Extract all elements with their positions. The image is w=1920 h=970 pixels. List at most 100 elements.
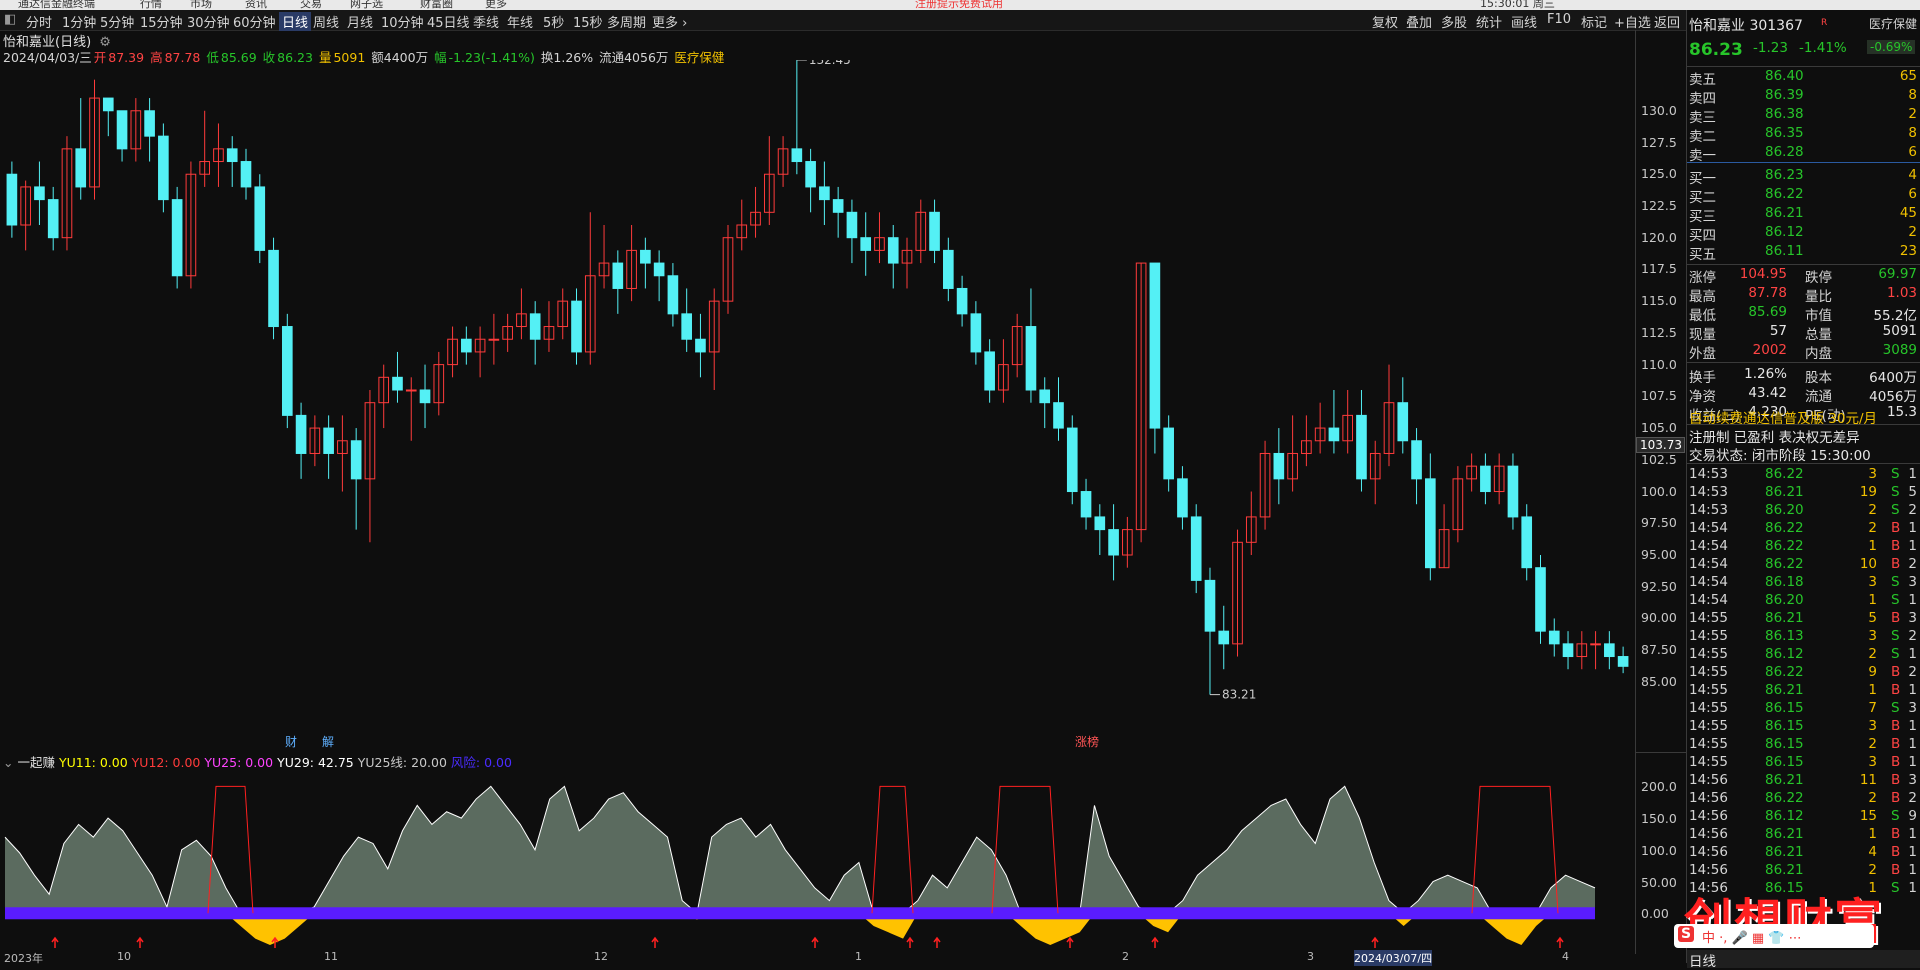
period-tab-active[interactable]: 日线 — [279, 12, 312, 31]
period-tab[interactable]: 30分钟 — [187, 12, 230, 31]
candle-body — [1328, 427, 1340, 442]
tick-row[interactable]: 14:56 86.21 2 B 1 — [1687, 862, 1920, 880]
tick-row[interactable]: 14:54 86.22 10 B 2 — [1687, 556, 1920, 574]
tick-row[interactable]: 14:56 86.21 4 B 1 — [1687, 844, 1920, 862]
tick-row[interactable]: 14:56 86.21 1 B 1 — [1687, 826, 1920, 844]
toolbar-button[interactable]: 画线 — [1511, 12, 1537, 31]
period-tab[interactable]: 45日线 — [427, 12, 470, 31]
ask-row[interactable]: 卖四 86.39 8 — [1687, 87, 1920, 107]
tick-row[interactable]: 14:54 86.22 2 B 1 — [1687, 520, 1920, 538]
tick-row[interactable]: 14:53 86.22 3 S 1 — [1687, 466, 1920, 484]
candlestick-chart[interactable]: 132.45 83.21 财 解 涨榜 — [0, 60, 1635, 750]
tick-price: 86.18 — [1765, 574, 1804, 590]
tick-volume: 1 — [1868, 682, 1877, 698]
bid-row[interactable]: 买三 86.21 45 — [1687, 205, 1920, 225]
tick-row[interactable]: 14:56 86.21 11 B 3 — [1687, 772, 1920, 790]
period-tab[interactable]: 5分钟 — [100, 12, 134, 31]
menu-item[interactable]: 行情 — [140, 0, 162, 10]
tick-row[interactable]: 14:55 86.21 5 B 3 — [1687, 610, 1920, 628]
bid-row[interactable]: 买一 86.23 4 — [1687, 167, 1920, 187]
period-tab[interactable]: 1分钟 — [62, 12, 96, 31]
panel-toggle-icon[interactable]: ◧ — [4, 12, 16, 27]
collapse-icon[interactable]: ⌄ — [3, 755, 13, 770]
bid-row[interactable]: 买二 86.22 6 — [1687, 186, 1920, 206]
candle-body — [1521, 516, 1533, 569]
toolbar-button[interactable]: 多股 — [1441, 12, 1467, 31]
candle-body — [681, 313, 692, 340]
tick-row[interactable]: 14:55 86.21 1 B 1 — [1687, 682, 1920, 700]
toolbar-button[interactable]: +自选 — [1614, 12, 1651, 31]
stat-label: 市值 — [1805, 308, 1832, 324]
tick-row[interactable]: 14:54 86.18 3 S 3 — [1687, 574, 1920, 592]
tick-row[interactable]: 14:55 86.15 2 B 1 — [1687, 736, 1920, 754]
tick-row[interactable]: 14:55 86.15 7 S 3 — [1687, 700, 1920, 718]
period-tab[interactable]: 15分钟 — [140, 12, 183, 31]
ask-row[interactable]: 卖二 86.35 8 — [1687, 125, 1920, 145]
ask-row[interactable]: 卖一 86.28 6 — [1687, 144, 1920, 164]
menu-item[interactable]: 交易 — [300, 0, 322, 10]
period-tab[interactable]: 分时 — [26, 12, 52, 31]
candle-body — [805, 161, 816, 188]
indicator-chart[interactable] — [0, 770, 1635, 953]
period-tab[interactable]: 60分钟 — [233, 12, 276, 31]
promo-banner[interactable]: 自动续费通达信普及版 30元/月 — [1687, 407, 1920, 427]
tick-row[interactable]: 14:55 86.22 9 B 2 — [1687, 664, 1920, 682]
period-tab[interactable]: 10分钟 — [381, 12, 424, 31]
stock-name[interactable]: 怡和嘉业 301367 — [1689, 15, 1803, 35]
candle-body — [943, 249, 954, 289]
menu-item[interactable]: 网子选 — [350, 0, 383, 10]
industry-label[interactable]: 医疗保健 — [1869, 15, 1917, 32]
menu-item[interactable]: 财富圈 — [420, 0, 453, 10]
toolbar-button[interactable]: 复权 — [1372, 12, 1398, 31]
rank-tag: R — [1821, 18, 1828, 28]
toolbar-button[interactable]: 叠加 — [1406, 12, 1432, 31]
time-axis: 2023年 10 11 12 1 2 3 2024/03/07/四 4 — [0, 950, 1686, 966]
period-tab[interactable]: 5秒 — [543, 12, 564, 31]
ime-logo-icon[interactable]: S — [1678, 926, 1695, 942]
level-label: 买二 — [1689, 190, 1716, 206]
tick-row[interactable]: 14:54 86.22 1 B 1 — [1687, 538, 1920, 556]
level-volume: 45 — [1899, 205, 1917, 221]
period-tab[interactable]: 季线 — [473, 12, 499, 31]
period-tab[interactable]: 15秒 — [573, 12, 603, 31]
indicator-tick: 100.0 — [1641, 842, 1677, 858]
ask-row[interactable]: 卖五 86.40 65 — [1687, 68, 1920, 88]
price-change-pct: -1.41% — [1799, 40, 1847, 56]
period-tab[interactable]: 月线 — [347, 12, 373, 31]
toolbar-button[interactable]: 标记 — [1581, 12, 1607, 31]
tick-row[interactable]: 14:55 86.15 3 B 1 — [1687, 754, 1920, 772]
bid-row[interactable]: 买五 86.11 23 — [1687, 243, 1920, 263]
indicator-name[interactable]: 一起赚 — [17, 755, 55, 770]
toolbar-button[interactable]: 统计 — [1476, 12, 1502, 31]
menu-item[interactable]: 通达信金融终端 — [18, 0, 95, 10]
candle-body — [488, 338, 500, 341]
toolbar-button[interactable]: 返回 — [1654, 12, 1680, 31]
stat-row: 换手 1.26% 股本 6400万 — [1687, 366, 1920, 386]
tick-row[interactable]: 14:54 86.20 1 S 1 — [1687, 592, 1920, 610]
toolbar-button[interactable]: F10 — [1547, 12, 1571, 27]
tick-row[interactable]: 14:55 86.13 3 S 2 — [1687, 628, 1920, 646]
period-tab[interactable]: 年线 — [507, 12, 533, 31]
candle-body — [1094, 516, 1106, 531]
bid-row[interactable]: 买四 86.12 2 — [1687, 224, 1920, 244]
tick-row[interactable]: 14:56 86.22 2 B 2 — [1687, 790, 1920, 808]
tick-time: 14:56 — [1689, 772, 1728, 788]
tick-volume: 2 — [1868, 520, 1877, 536]
ime-icons[interactable]: 中 ·, 🎤 ▦ 👕 ⋯ — [1702, 927, 1802, 946]
tick-row[interactable]: 14:53 86.20 2 S 2 — [1687, 502, 1920, 520]
tab-daily[interactable]: 日线 — [1689, 950, 1716, 970]
menu-item[interactable]: 市场 — [190, 0, 212, 10]
ask-row[interactable]: 卖三 86.38 2 — [1687, 106, 1920, 126]
tick-row[interactable]: 14:53 86.21 19 S 5 — [1687, 484, 1920, 502]
ime-toolbar[interactable]: S 中 ·, 🎤 ▦ 👕 ⋯ — [1674, 924, 1874, 948]
tick-row[interactable]: 14:56 86.12 15 S 9 — [1687, 808, 1920, 826]
tick-row[interactable]: 14:55 86.12 2 S 1 — [1687, 646, 1920, 664]
period-tab-more[interactable]: 更多 › — [652, 12, 687, 31]
level-volume: 4 — [1908, 167, 1917, 183]
tick-time: 14:56 — [1689, 826, 1728, 842]
period-tab[interactable]: 多周期 — [607, 12, 646, 31]
tick-row[interactable]: 14:55 86.15 3 B 1 — [1687, 718, 1920, 736]
period-tab[interactable]: 周线 — [313, 12, 339, 31]
menu-item[interactable]: 更多 — [485, 0, 507, 10]
menu-item[interactable]: 资讯 — [245, 0, 267, 10]
